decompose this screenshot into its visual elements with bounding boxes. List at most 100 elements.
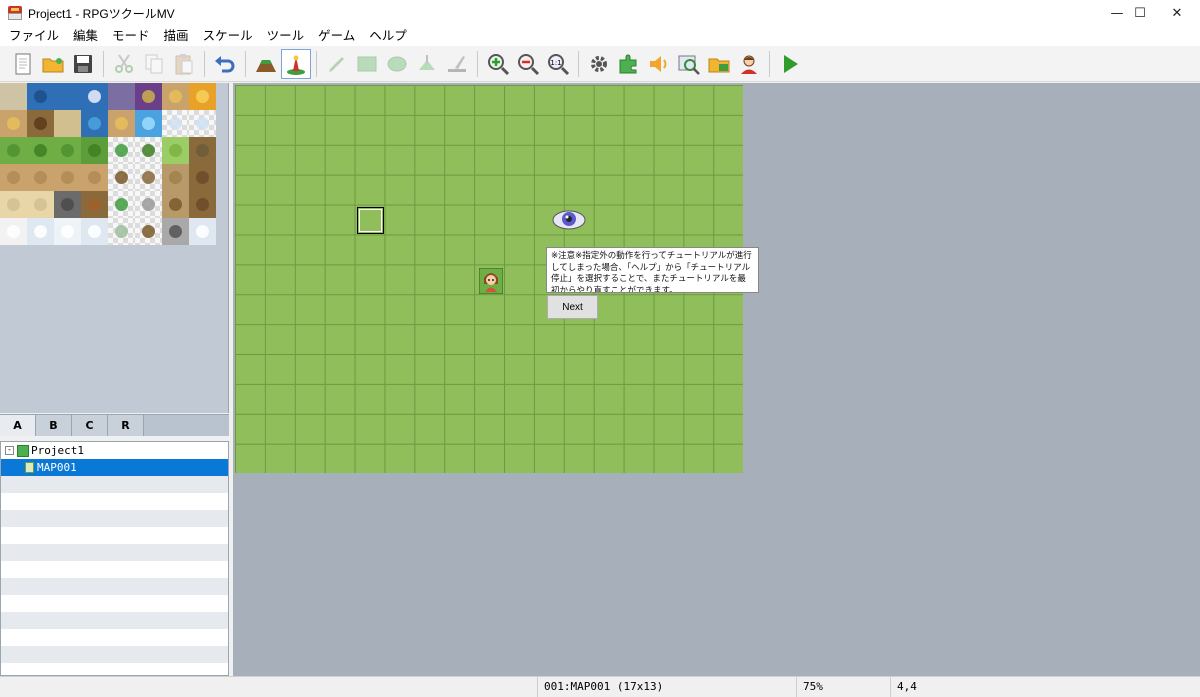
tab-c[interactable]: C	[72, 415, 108, 436]
resource-manager-icon[interactable]	[704, 49, 734, 79]
save-project-icon[interactable]	[68, 49, 98, 79]
paste-icon[interactable]	[169, 49, 199, 79]
menu-scale[interactable]: スケール	[196, 26, 260, 46]
copy-icon[interactable]	[139, 49, 169, 79]
tile-swatch[interactable]	[135, 218, 162, 245]
tile-swatch[interactable]	[162, 137, 189, 164]
tile-swatch[interactable]	[27, 191, 54, 218]
tile-swatch[interactable]	[0, 137, 27, 164]
plugin-manager-icon[interactable]	[614, 49, 644, 79]
undo-icon[interactable]	[210, 49, 240, 79]
collapse-toggle-icon[interactable]: -	[5, 446, 14, 455]
tile-swatch[interactable]	[81, 164, 108, 191]
tile-swatch[interactable]	[189, 191, 216, 218]
map-cursor	[357, 207, 384, 234]
tile-swatch[interactable]	[81, 83, 108, 110]
tile-swatch[interactable]	[108, 137, 135, 164]
tile-swatch[interactable]	[189, 218, 216, 245]
rectangle-icon[interactable]	[352, 49, 382, 79]
menu-mode[interactable]: モード	[105, 26, 157, 46]
tile-swatch[interactable]	[189, 83, 216, 110]
tree-empty-row	[1, 595, 228, 612]
status-zoom: 75%	[796, 677, 891, 697]
tile-swatch[interactable]	[189, 164, 216, 191]
tile-swatch[interactable]	[189, 137, 216, 164]
tile-swatch[interactable]	[27, 83, 54, 110]
menu-draw[interactable]: 描画	[157, 26, 196, 46]
tile-swatch[interactable]	[189, 110, 216, 137]
tile-swatch[interactable]	[81, 110, 108, 137]
tile-swatch[interactable]	[81, 218, 108, 245]
tree-map-row[interactable]: MAP001	[1, 459, 228, 476]
close-button[interactable]: ✕	[1154, 0, 1200, 26]
tile-swatch[interactable]	[54, 110, 81, 137]
map-mode-icon[interactable]	[251, 49, 281, 79]
map-canvas[interactable]: ※注意※指定外の動作を行ってチュートリアルが進行してしまった場合、「ヘルプ」から…	[235, 85, 759, 473]
tile-swatch[interactable]	[54, 83, 81, 110]
ellipse-icon[interactable]	[382, 49, 412, 79]
tile-swatch[interactable]	[108, 218, 135, 245]
tile-swatch[interactable]	[81, 191, 108, 218]
tile-swatch[interactable]	[54, 164, 81, 191]
tile-swatch[interactable]	[54, 137, 81, 164]
zoom-out-icon[interactable]	[513, 49, 543, 79]
actual-size-icon[interactable]: 1:1	[543, 49, 573, 79]
playtest-icon[interactable]	[775, 49, 805, 79]
tile-swatch[interactable]	[108, 83, 135, 110]
tile-swatch[interactable]	[27, 218, 54, 245]
flood-fill-icon[interactable]	[412, 49, 442, 79]
tile-detail	[61, 144, 74, 157]
tile-swatch[interactable]	[162, 83, 189, 110]
new-project-icon[interactable]	[8, 49, 38, 79]
shadow-pen-icon[interactable]	[442, 49, 472, 79]
tile-swatch[interactable]	[54, 218, 81, 245]
tile-swatch[interactable]	[135, 110, 162, 137]
menu-help[interactable]: ヘルプ	[362, 26, 414, 46]
tutorial-next-button[interactable]: Next	[547, 295, 598, 319]
map-canvas-area[interactable]: ※注意※指定外の動作を行ってチュートリアルが進行してしまった場合、「ヘルプ」から…	[233, 83, 1200, 676]
tile-detail	[88, 171, 101, 184]
tile-swatch[interactable]	[0, 110, 27, 137]
menu-file[interactable]: ファイル	[2, 26, 66, 46]
tile-swatch[interactable]	[162, 164, 189, 191]
tile-palette[interactable]	[0, 83, 229, 413]
tile-swatch[interactable]	[162, 110, 189, 137]
open-project-icon[interactable]	[38, 49, 68, 79]
tree-project-row[interactable]: - Project1	[1, 442, 228, 459]
pencil-icon[interactable]	[322, 49, 352, 79]
menu-tools[interactable]: ツール	[260, 26, 312, 46]
tile-swatch[interactable]	[27, 164, 54, 191]
tile-swatch[interactable]	[54, 191, 81, 218]
sound-test-icon[interactable]	[644, 49, 674, 79]
character-generator-icon[interactable]	[734, 49, 764, 79]
tile-swatch[interactable]	[27, 110, 54, 137]
tab-b[interactable]: B	[36, 415, 72, 436]
tile-swatch[interactable]	[135, 83, 162, 110]
event-mode-icon[interactable]	[281, 48, 311, 79]
tile-swatch[interactable]	[135, 137, 162, 164]
tile-swatch[interactable]	[0, 83, 27, 110]
tile-swatch[interactable]	[0, 164, 27, 191]
tile-swatch[interactable]	[27, 137, 54, 164]
tab-r[interactable]: R	[108, 415, 144, 436]
tile-grid[interactable]	[0, 83, 228, 245]
tile-swatch[interactable]	[135, 191, 162, 218]
event-searcher-icon[interactable]	[674, 49, 704, 79]
tile-swatch[interactable]	[108, 110, 135, 137]
tutorial-tooltip: ※注意※指定外の動作を行ってチュートリアルが進行してしまった場合、「ヘルプ」から…	[546, 247, 759, 293]
tile-swatch[interactable]	[135, 164, 162, 191]
database-icon[interactable]	[584, 49, 614, 79]
tile-swatch[interactable]	[108, 191, 135, 218]
tile-swatch[interactable]	[0, 191, 27, 218]
tile-swatch[interactable]	[108, 164, 135, 191]
cut-icon[interactable]	[109, 49, 139, 79]
menu-game[interactable]: ゲーム	[311, 26, 362, 46]
tile-swatch[interactable]	[0, 218, 27, 245]
player-start-sprite[interactable]	[478, 267, 504, 295]
tab-a[interactable]: A	[0, 415, 36, 436]
tile-swatch[interactable]	[81, 137, 108, 164]
zoom-in-icon[interactable]	[483, 49, 513, 79]
tile-swatch[interactable]	[162, 218, 189, 245]
menu-edit[interactable]: 編集	[66, 26, 105, 46]
tile-swatch[interactable]	[162, 191, 189, 218]
